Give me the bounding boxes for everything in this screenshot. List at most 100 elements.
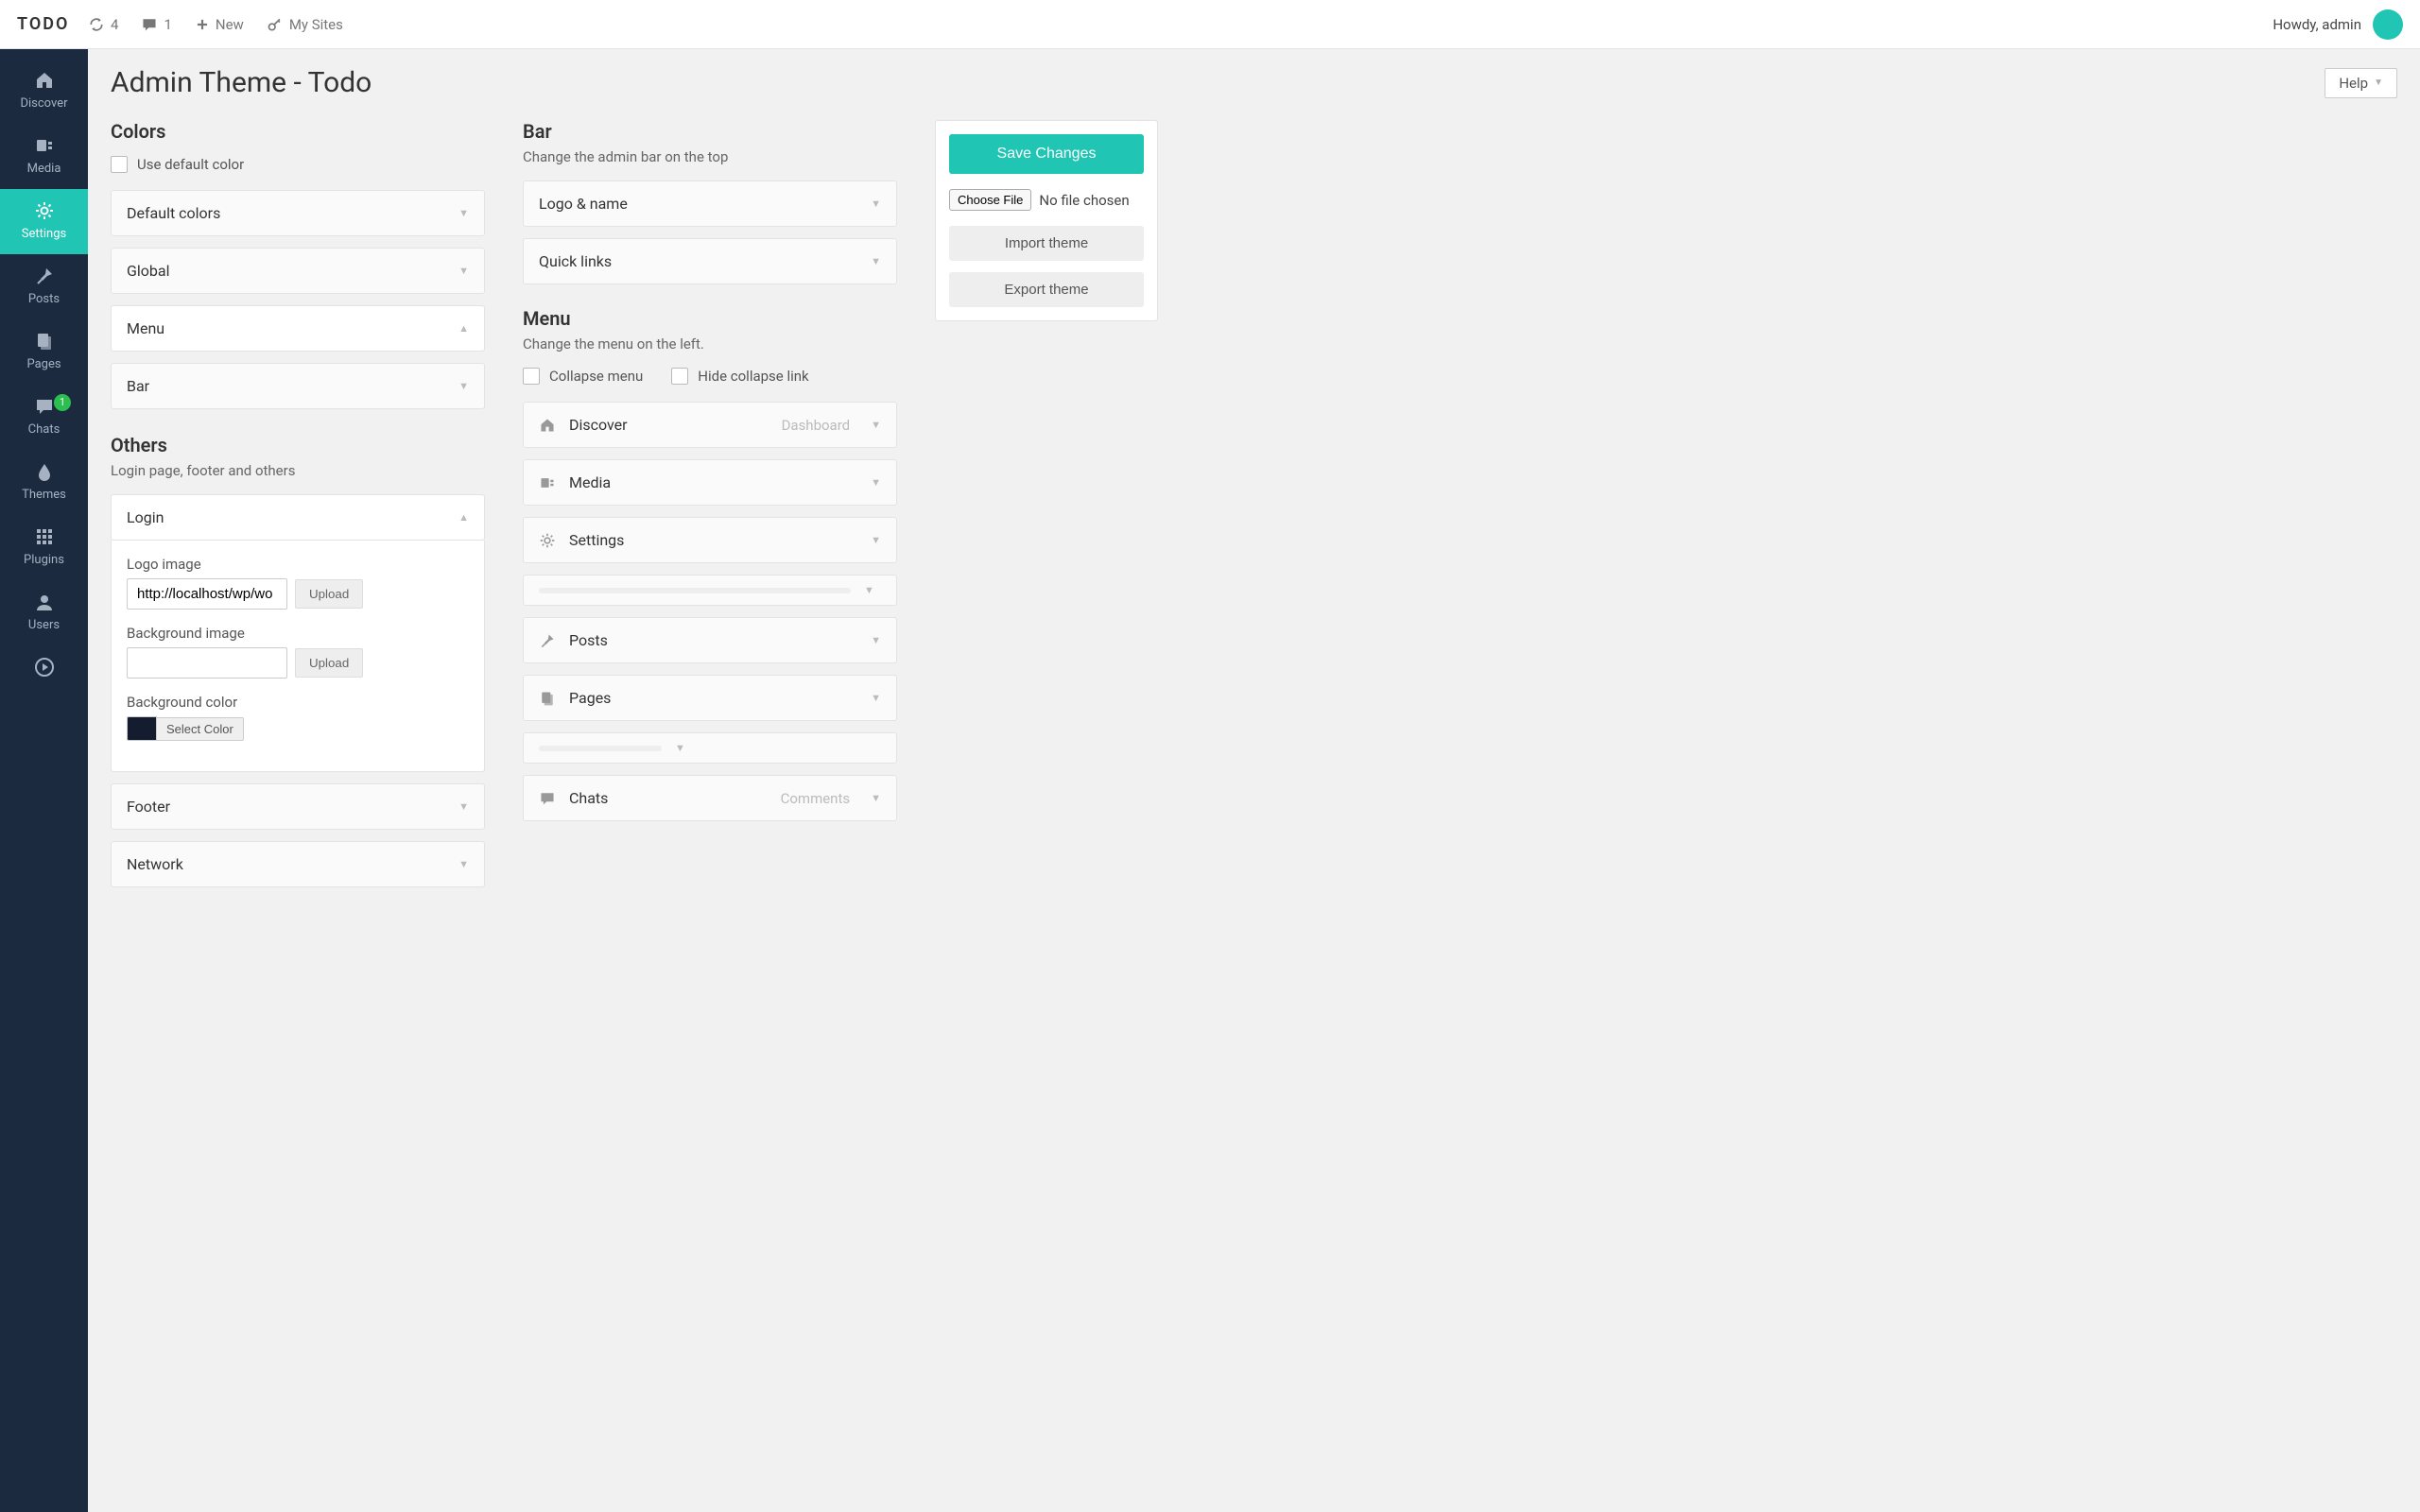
- key-icon: [267, 16, 284, 33]
- sidebar-item-settings[interactable]: Settings: [0, 189, 88, 254]
- chevron-down-icon: ▼: [871, 792, 881, 804]
- import-theme-button[interactable]: Import theme: [949, 226, 1144, 261]
- accordion-bar[interactable]: Bar▼: [111, 363, 485, 409]
- menu-subtext: Change the menu on the left.: [523, 335, 897, 352]
- refresh-item[interactable]: 4: [88, 16, 118, 33]
- select-color-button[interactable]: Select Color: [157, 717, 244, 741]
- chevron-down-icon: ▼: [458, 800, 469, 813]
- pages-icon: [34, 331, 55, 352]
- mysites-item[interactable]: My Sites: [267, 16, 343, 33]
- menu-item-discover[interactable]: DiscoverDashboard▼: [523, 402, 897, 448]
- howdy-text[interactable]: Howdy, admin: [2273, 16, 2361, 33]
- chevron-down-icon: ▼: [864, 584, 874, 596]
- accordion-quick-links[interactable]: Quick links▼: [523, 238, 897, 284]
- chevron-down-icon: ▼: [871, 534, 881, 546]
- home-icon: [34, 70, 55, 91]
- menu-item-separator[interactable]: ▼: [523, 732, 897, 764]
- use-default-color-label: Use default color: [137, 156, 244, 173]
- plus-icon: [195, 17, 210, 32]
- collapse-menu-label: Collapse menu: [549, 368, 643, 385]
- bg-image-input[interactable]: [127, 647, 287, 679]
- sidebar-item-pages[interactable]: Pages: [0, 319, 88, 385]
- help-button[interactable]: Help ▼: [2325, 68, 2397, 98]
- chevron-down-icon: ▼: [871, 476, 881, 489]
- chevron-down-icon: ▼: [2374, 77, 2383, 88]
- pages-icon: [539, 690, 556, 707]
- comments-item[interactable]: 1: [141, 16, 171, 33]
- home-icon: [539, 417, 556, 434]
- others-heading: Others: [111, 434, 485, 456]
- hide-collapse-label: Hide collapse link: [698, 368, 808, 385]
- pin-icon: [539, 632, 556, 649]
- chevron-down-icon: ▼: [675, 742, 685, 754]
- login-panel: Logo image Upload Background image Uploa…: [111, 541, 485, 772]
- sidebar-item-discover[interactable]: Discover: [0, 59, 88, 124]
- sidebar-item-posts[interactable]: Posts: [0, 254, 88, 319]
- chevron-down-icon: ▼: [458, 858, 469, 870]
- sidebar-item-plugins[interactable]: Plugins: [0, 515, 88, 580]
- sidebar-item-themes[interactable]: Themes: [0, 450, 88, 515]
- chevron-down-icon: ▼: [458, 265, 469, 277]
- bg-color-label: Background color: [127, 694, 469, 711]
- accordion-network[interactable]: Network ▼: [111, 841, 485, 887]
- placeholder-line: [539, 746, 662, 751]
- menu-heading: Menu: [523, 307, 897, 330]
- chevron-up-icon: ▲: [458, 511, 469, 524]
- others-subtext: Login page, footer and others: [111, 462, 485, 479]
- logo-image-input[interactable]: [127, 578, 287, 610]
- refresh-icon: [88, 16, 105, 33]
- new-item[interactable]: New: [195, 16, 244, 33]
- menu-item-settings[interactable]: Settings▼: [523, 517, 897, 563]
- play-icon: [34, 657, 55, 678]
- use-default-color-checkbox[interactable]: [111, 156, 128, 173]
- bg-color-swatch[interactable]: [127, 716, 157, 741]
- main-sidebar: DiscoverMediaSettingsPostsPagesChats1The…: [0, 49, 88, 1512]
- save-changes-button[interactable]: Save Changes: [949, 134, 1144, 174]
- user-icon: [34, 592, 55, 612]
- chevron-down-icon: ▼: [871, 255, 881, 267]
- sidebar-item-chats[interactable]: Chats1: [0, 385, 88, 450]
- avatar[interactable]: [2373, 9, 2403, 40]
- chat-icon: [539, 790, 556, 807]
- accordion-logo-name[interactable]: Logo & name▼: [523, 180, 897, 227]
- menu-item-posts[interactable]: Posts▼: [523, 617, 897, 663]
- sidebar-item-media[interactable]: Media: [0, 124, 88, 189]
- export-theme-button[interactable]: Export theme: [949, 272, 1144, 307]
- menu-item-chats[interactable]: ChatsComments▼: [523, 775, 897, 821]
- gear-icon: [34, 200, 55, 221]
- collapse-menu-checkbox[interactable]: [523, 368, 540, 385]
- bar-subtext: Change the admin bar on the top: [523, 148, 897, 165]
- logo-image-label: Logo image: [127, 556, 469, 573]
- chevron-down-icon: ▼: [871, 692, 881, 704]
- accordion-menu[interactable]: Menu▲: [111, 305, 485, 352]
- media-icon: [34, 135, 55, 156]
- drop-icon: [34, 461, 55, 482]
- badge: 1: [54, 394, 71, 411]
- bg-upload-button[interactable]: Upload: [295, 648, 363, 678]
- chevron-down-icon: ▼: [871, 634, 881, 646]
- choose-file-button[interactable]: Choose File: [949, 189, 1031, 211]
- accordion-login[interactable]: Login ▲: [111, 494, 485, 541]
- accordion-default-colors[interactable]: Default colors▼: [111, 190, 485, 236]
- no-file-text: No file chosen: [1039, 192, 1129, 209]
- page-title: Admin Theme - Todo: [111, 66, 372, 99]
- media-icon: [539, 474, 556, 491]
- chevron-up-icon: ▲: [458, 322, 469, 335]
- bg-image-label: Background image: [127, 625, 469, 642]
- accordion-footer[interactable]: Footer ▼: [111, 783, 485, 830]
- placeholder-line: [539, 588, 851, 593]
- admin-top-bar: TODO 4 1 New My Sites Howdy, admin: [0, 0, 2420, 49]
- hide-collapse-checkbox[interactable]: [671, 368, 688, 385]
- accordion-global[interactable]: Global▼: [111, 248, 485, 294]
- logo-upload-button[interactable]: Upload: [295, 579, 363, 609]
- sidebar-item-collapse[interactable]: [0, 645, 88, 696]
- chevron-down-icon: ▼: [871, 198, 881, 210]
- menu-item-pages[interactable]: Pages▼: [523, 675, 897, 721]
- sidebar-item-users[interactable]: Users: [0, 580, 88, 645]
- menu-item-separator[interactable]: ▼: [523, 575, 897, 606]
- menu-item-media[interactable]: Media▼: [523, 459, 897, 506]
- grid-icon: [34, 526, 55, 547]
- chevron-down-icon: ▼: [458, 380, 469, 392]
- brand-logo: TODO: [17, 14, 88, 34]
- chat-icon: [34, 396, 55, 417]
